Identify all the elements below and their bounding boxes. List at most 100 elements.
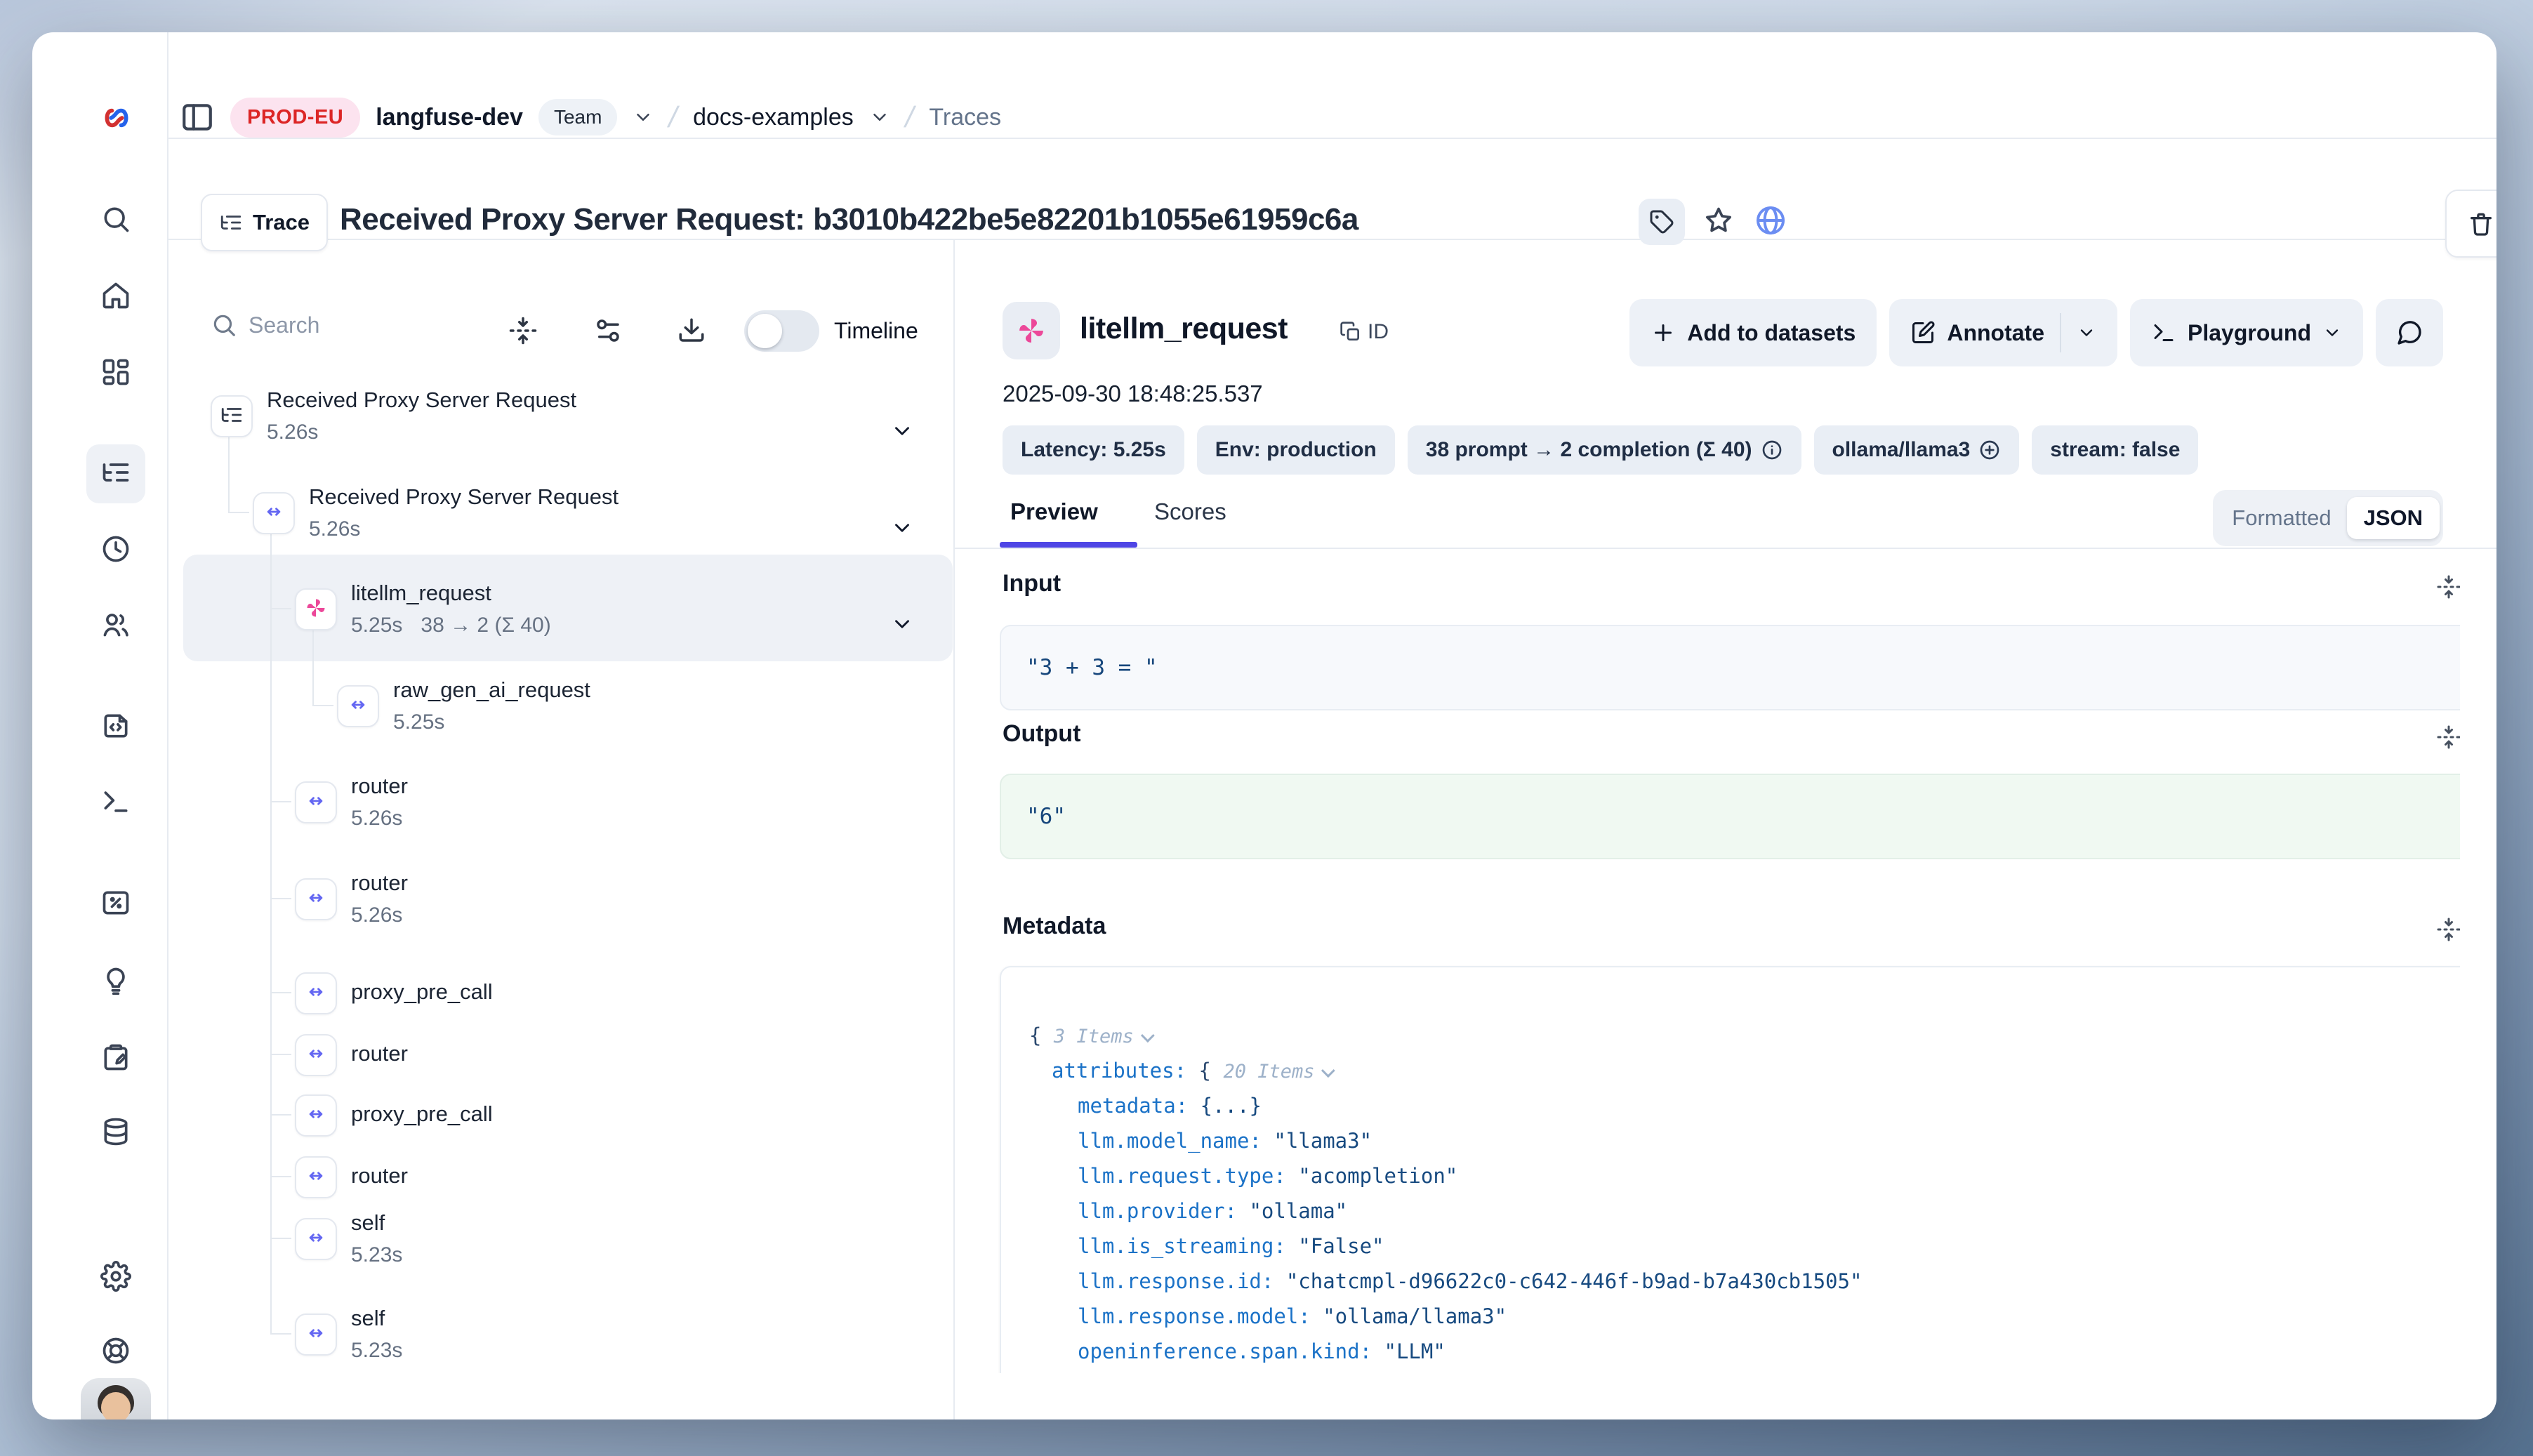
id-label: ID <box>1368 320 1389 344</box>
project-name[interactable]: docs-examples <box>693 104 854 131</box>
annotate-chevron-down-icon[interactable] <box>2077 323 2096 343</box>
dashboard-icon <box>100 357 131 391</box>
tree-node-span-box[interactable] <box>295 1034 337 1076</box>
tree-row-label[interactable]: proxy_pre_call <box>351 1099 493 1129</box>
sidebar-item-tracing[interactable] <box>86 444 145 503</box>
tab-scores[interactable]: Scores <box>1154 498 1226 525</box>
copy-icon[interactable] <box>2481 917 2496 942</box>
sidebar-item-search[interactable] <box>86 191 145 250</box>
copy-icon <box>1340 321 1362 343</box>
tree-node-span-box[interactable] <box>295 781 337 823</box>
tree-node-span-box[interactable] <box>211 395 253 437</box>
info-circle-icon[interactable] <box>1761 439 1783 461</box>
collapse-all-icon[interactable] <box>508 316 538 345</box>
sidebar-item-dashboard[interactable] <box>86 344 145 403</box>
timeline-toggle[interactable] <box>744 310 819 352</box>
tree-node-span-box[interactable] <box>295 878 337 920</box>
tags-button[interactable] <box>1639 199 1685 245</box>
tree-row-label[interactable]: router <box>351 1039 408 1068</box>
sidebar-item-datasets[interactable] <box>86 1104 145 1163</box>
database-icon <box>100 1116 131 1151</box>
file-code-icon <box>100 710 131 745</box>
json-line: llm.response.model: "ollama/llama3" <box>1078 1299 1507 1334</box>
copy-icon[interactable] <box>2481 724 2496 750</box>
tree-settings-icon[interactable] <box>593 316 623 345</box>
tree-row-label[interactable]: litellm_request <box>351 578 491 608</box>
sidebar-item-users[interactable] <box>86 597 145 656</box>
tree-row-label[interactable]: Received Proxy Server Request <box>309 482 619 512</box>
format-toggle[interactable]: Formatted JSON <box>2213 490 2443 546</box>
app-logo-icon[interactable] <box>98 100 135 136</box>
tree-row-label[interactable]: Received Proxy Server Request <box>267 385 576 415</box>
tab-preview[interactable]: Preview <box>1010 498 1098 525</box>
tree-row-label[interactable]: router <box>351 868 408 898</box>
tree-node-span-box[interactable] <box>295 1313 337 1356</box>
sidebar-item-support[interactable] <box>86 1323 145 1382</box>
badge-latency: Latency: 5.25s <box>1003 425 1184 475</box>
json-line: input.value: "3 + 3 = " <box>1078 1369 1360 1404</box>
copy-icon[interactable] <box>2481 574 2496 600</box>
metadata-json-viewer[interactable]: { 3 Itemsattributes: { 20 Itemsmetadata:… <box>1000 966 2496 1419</box>
org-name[interactable]: langfuse-dev <box>376 104 523 131</box>
copy-id-button[interactable]: ID <box>1340 320 1389 344</box>
sidebar-item-evaluation[interactable] <box>86 875 145 934</box>
user-avatar[interactable] <box>81 1378 151 1419</box>
sidebar-item-playground[interactable] <box>86 774 145 833</box>
bookmark-star-icon[interactable] <box>1703 205 1734 236</box>
tree-node-span-box[interactable] <box>295 1218 337 1260</box>
sidebar-item-home[interactable] <box>86 267 145 326</box>
arrows-lr-icon <box>304 980 328 1007</box>
json-collapse-chevron-icon[interactable] <box>1321 1064 1335 1078</box>
public-globe-icon[interactable] <box>1754 204 1787 237</box>
tree-row-label[interactable]: self <box>351 1208 385 1238</box>
json-collapse-chevron-icon[interactable] <box>1141 1028 1155 1043</box>
tree-row-label[interactable]: self <box>351 1304 385 1333</box>
tree-row-chevron-down-icon[interactable] <box>890 612 914 636</box>
comments-button[interactable] <box>2376 299 2443 366</box>
fold-icon[interactable] <box>2436 917 2461 942</box>
delete-trace-button[interactable] <box>2445 190 2496 258</box>
tree-row-label[interactable]: router <box>351 1161 408 1191</box>
fold-icon[interactable] <box>2436 724 2461 750</box>
breadcrumb-separator: / <box>902 100 918 134</box>
sidebar-item-annotation[interactable] <box>86 1029 145 1088</box>
tree-node-span-box[interactable] <box>295 1156 337 1198</box>
tree-row-duration: 5.23s <box>351 1337 402 1364</box>
tree-node-span-box[interactable] <box>337 685 379 727</box>
sidebar-toggle-icon[interactable] <box>180 100 215 135</box>
tree-connector-elbow <box>270 992 291 993</box>
trace-type-chip[interactable]: Trace <box>201 194 328 251</box>
tree-node-span-box[interactable] <box>295 972 337 1014</box>
download-icon[interactable] <box>677 316 706 345</box>
tree-node-span-box[interactable] <box>253 492 295 534</box>
tree-row-label[interactable]: proxy_pre_call <box>351 977 493 1007</box>
tree-row-duration: 5.25s <box>393 709 444 736</box>
tree-row-label[interactable]: raw_gen_ai_request <box>393 675 590 705</box>
sidebar-item-sessions[interactable] <box>86 521 145 580</box>
project-chevron-down-icon[interactable] <box>869 107 890 128</box>
active-tab-underline <box>1000 542 1137 548</box>
tree-row-chevron-down-icon[interactable] <box>890 419 914 443</box>
breadcrumb-section[interactable]: Traces <box>929 104 1001 131</box>
tree-node-span-box[interactable] <box>295 1094 337 1137</box>
org-chevron-down-icon[interactable] <box>633 107 654 128</box>
tabs-divider <box>955 548 2496 549</box>
annotate-button[interactable]: Annotate <box>1889 299 2117 366</box>
list-tree-icon <box>100 457 131 491</box>
sidebar-item-insights[interactable] <box>86 953 145 1012</box>
sidebar-item-prompts[interactable] <box>86 698 145 757</box>
plus-circle-icon[interactable] <box>1978 439 2001 461</box>
tree-row-chevron-down-icon[interactable] <box>890 516 914 540</box>
tree-node-generation-box[interactable] <box>295 588 337 630</box>
tree-search-input[interactable]: Search <box>211 312 319 338</box>
tree-row-duration: 5.26s <box>351 805 402 832</box>
format-option-json[interactable]: JSON <box>2347 497 2440 539</box>
tree-connector-elbow <box>312 705 333 706</box>
tree-row-label[interactable]: router <box>351 772 408 801</box>
format-option-formatted[interactable]: Formatted <box>2216 505 2346 531</box>
add-to-datasets-button[interactable]: Add to datasets <box>1629 299 1877 366</box>
fold-icon[interactable] <box>2436 574 2461 600</box>
tree-row-tokens: 38 → 2 (Σ 40) <box>421 614 550 637</box>
sidebar-item-settings[interactable] <box>86 1248 145 1307</box>
playground-button[interactable]: Playground <box>2130 299 2363 366</box>
